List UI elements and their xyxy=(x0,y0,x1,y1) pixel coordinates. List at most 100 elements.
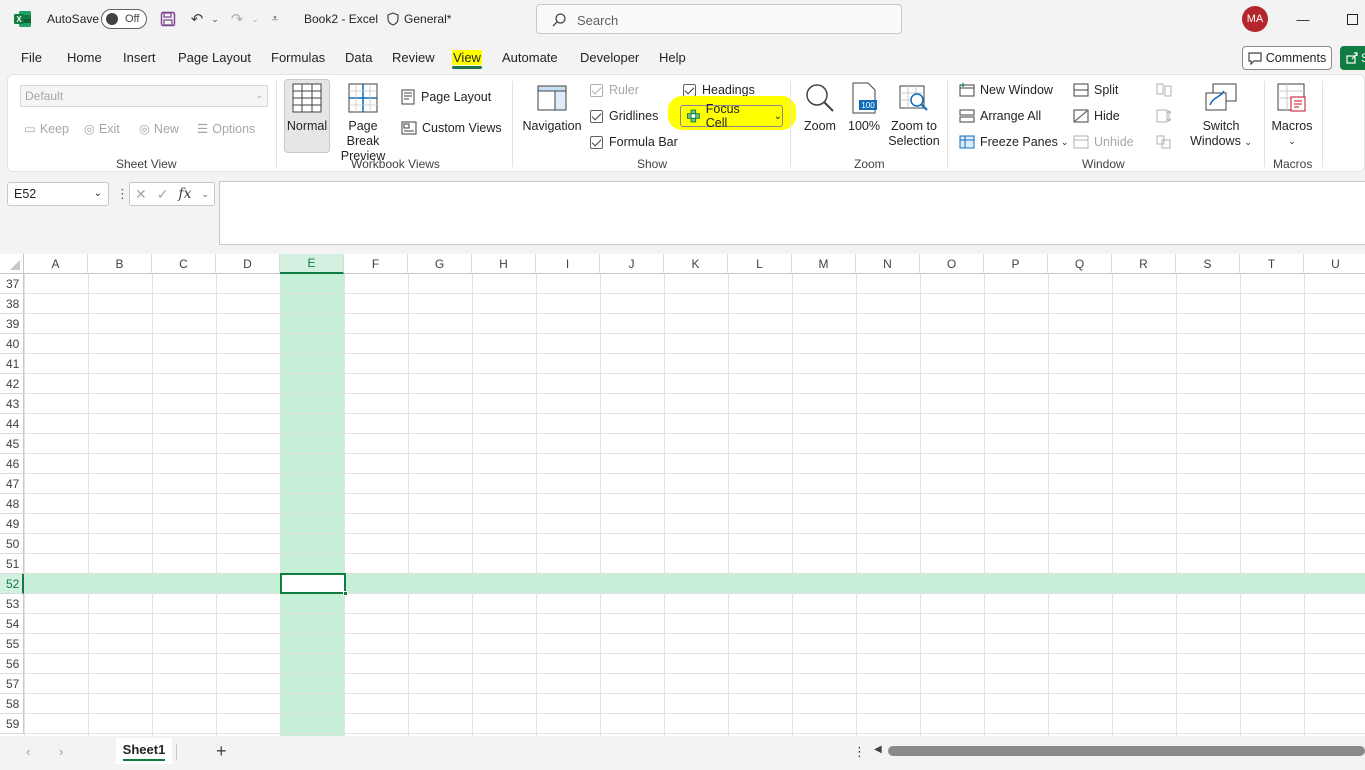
row-header-51[interactable]: 51 xyxy=(0,554,24,574)
freeze-panes-button[interactable]: Freeze Panes ⌄ xyxy=(959,135,1068,149)
formula-bar-checkbox[interactable]: Formula Bar xyxy=(590,135,678,149)
share-button[interactable]: S xyxy=(1340,46,1365,70)
row-header-54[interactable]: 54 xyxy=(0,614,24,634)
column-header-e[interactable]: E xyxy=(280,254,344,274)
enter-icon[interactable]: ✓ xyxy=(157,186,169,203)
row-header-41[interactable]: 41 xyxy=(0,354,24,374)
synchronous-scrolling-icon[interactable] xyxy=(1156,109,1172,123)
undo-icon[interactable]: ↶ xyxy=(188,10,206,28)
ruler-checkbox[interactable]: Ruler xyxy=(590,83,639,97)
column-header-t[interactable]: T xyxy=(1240,254,1304,274)
horizontal-scrollbar[interactable] xyxy=(888,746,1365,756)
column-header-b[interactable]: B xyxy=(88,254,152,274)
row-header-46[interactable]: 46 xyxy=(0,454,24,474)
scroll-tabs-left-icon[interactable]: ‹ xyxy=(26,744,30,759)
zoom-button[interactable]: Zoom xyxy=(798,81,842,134)
column-header-p[interactable]: P xyxy=(984,254,1048,274)
row-header-43[interactable]: 43 xyxy=(0,394,24,414)
maximize-icon[interactable] xyxy=(1340,8,1364,30)
autosave-toggle[interactable]: Off xyxy=(101,9,147,29)
row-header-50[interactable]: 50 xyxy=(0,534,24,554)
column-header-g[interactable]: G xyxy=(408,254,472,274)
formula-input[interactable] xyxy=(219,181,1365,245)
new-view-button[interactable]: ◎ New xyxy=(139,121,179,137)
row-header-53[interactable]: 53 xyxy=(0,594,24,614)
sensitivity-label[interactable]: General* xyxy=(386,12,451,26)
arrange-all-button[interactable]: Arrange All xyxy=(959,109,1041,123)
row-header-45[interactable]: 45 xyxy=(0,434,24,454)
options-button[interactable]: ☰ Options xyxy=(197,121,255,137)
tab-insert[interactable]: Insert xyxy=(123,50,156,65)
hide-button[interactable]: Hide xyxy=(1073,109,1120,123)
more-options-icon[interactable]: ⋮ xyxy=(116,186,129,202)
row-header-58[interactable]: 58 xyxy=(0,694,24,714)
column-header-m[interactable]: M xyxy=(792,254,856,274)
row-header-57[interactable]: 57 xyxy=(0,674,24,694)
cancel-icon[interactable]: ✕ xyxy=(135,186,147,203)
tab-developer[interactable]: Developer xyxy=(580,50,639,65)
name-box[interactable]: E52 ⌄ xyxy=(7,182,109,206)
add-sheet-button[interactable]: + xyxy=(216,741,227,762)
worksheet-grid[interactable]: A B C D E F G H I J K L M N O P Q R S T U 37 38 39 40 41 42 43 44 45 4… xyxy=(0,254,1365,736)
navigation-button[interactable]: Navigation xyxy=(520,81,584,134)
row-header-52[interactable]: 52 xyxy=(0,574,24,594)
view-side-by-side-icon[interactable] xyxy=(1156,83,1172,97)
select-all-corner[interactable] xyxy=(0,254,24,274)
page-break-preview-button[interactable]: Page Break Preview xyxy=(332,81,394,164)
row-header-59[interactable]: 59 xyxy=(0,714,24,734)
column-header-k[interactable]: K xyxy=(664,254,728,274)
chevron-down-icon[interactable]: ⌄ xyxy=(94,188,102,199)
scroll-left-icon[interactable]: ◀ xyxy=(874,744,882,755)
tab-file[interactable]: File xyxy=(21,50,42,65)
chevron-down-icon[interactable]: ⌄ xyxy=(201,189,209,200)
row-header-38[interactable]: 38 xyxy=(0,294,24,314)
column-header-f[interactable]: F xyxy=(344,254,408,274)
tab-automate[interactable]: Automate xyxy=(502,50,558,65)
scroll-tabs-right-icon[interactable]: › xyxy=(59,744,63,759)
split-button[interactable]: Split xyxy=(1073,83,1118,97)
row-header-49[interactable]: 49 xyxy=(0,514,24,534)
reset-window-position-icon[interactable] xyxy=(1156,135,1172,149)
column-header-r[interactable]: R xyxy=(1112,254,1176,274)
column-header-l[interactable]: L xyxy=(728,254,792,274)
row-header-39[interactable]: 39 xyxy=(0,314,24,334)
focus-cell-button[interactable]: Focus Cell ⌄ xyxy=(680,102,783,130)
column-header-o[interactable]: O xyxy=(920,254,984,274)
column-header-j[interactable]: J xyxy=(600,254,664,274)
switch-windows-button[interactable]: Switch Windows ⌄ xyxy=(1186,81,1256,150)
column-header-c[interactable]: C xyxy=(152,254,216,274)
gridlines-checkbox[interactable]: Gridlines xyxy=(590,109,658,123)
column-header-d[interactable]: D xyxy=(216,254,280,274)
row-header-44[interactable]: 44 xyxy=(0,414,24,434)
comments-button[interactable]: Comments xyxy=(1242,46,1332,70)
tab-view[interactable]: View xyxy=(452,50,482,69)
keep-button[interactable]: ▭ Keep xyxy=(24,121,69,137)
row-header-56[interactable]: 56 xyxy=(0,654,24,674)
unhide-button[interactable]: Unhide xyxy=(1073,135,1134,149)
custom-views-button[interactable]: Custom Views xyxy=(401,121,502,135)
column-header-s[interactable]: S xyxy=(1176,254,1240,274)
row-header-40[interactable]: 40 xyxy=(0,334,24,354)
search-box[interactable]: Search xyxy=(536,4,902,34)
page-layout-button[interactable]: Page Layout xyxy=(401,89,491,105)
column-header-n[interactable]: N xyxy=(856,254,920,274)
row-header-47[interactable]: 47 xyxy=(0,474,24,494)
active-cell[interactable] xyxy=(280,573,348,596)
column-header-h[interactable]: H xyxy=(472,254,536,274)
sheet-tab-sheet1[interactable]: Sheet1 xyxy=(116,738,172,764)
tab-help[interactable]: Help xyxy=(659,50,686,65)
exit-button[interactable]: ◎ Exit xyxy=(84,121,120,137)
row-header-42[interactable]: 42 xyxy=(0,374,24,394)
column-header-a[interactable]: A xyxy=(24,254,88,274)
tab-home[interactable]: Home xyxy=(67,50,102,65)
save-icon[interactable] xyxy=(159,10,177,28)
avatar[interactable]: MA xyxy=(1242,6,1268,32)
redo-icon[interactable]: ↷ xyxy=(228,10,246,28)
zoom-to-selection-button[interactable]: Zoom to Selection xyxy=(884,81,944,149)
column-header-u[interactable]: U xyxy=(1304,254,1365,274)
more-options-icon[interactable]: ⋮ xyxy=(853,744,866,760)
tab-formulas[interactable]: Formulas xyxy=(271,50,325,65)
row-header-48[interactable]: 48 xyxy=(0,494,24,514)
macros-button[interactable]: Macros ⌄ xyxy=(1268,81,1316,149)
column-header-q[interactable]: Q xyxy=(1048,254,1112,274)
